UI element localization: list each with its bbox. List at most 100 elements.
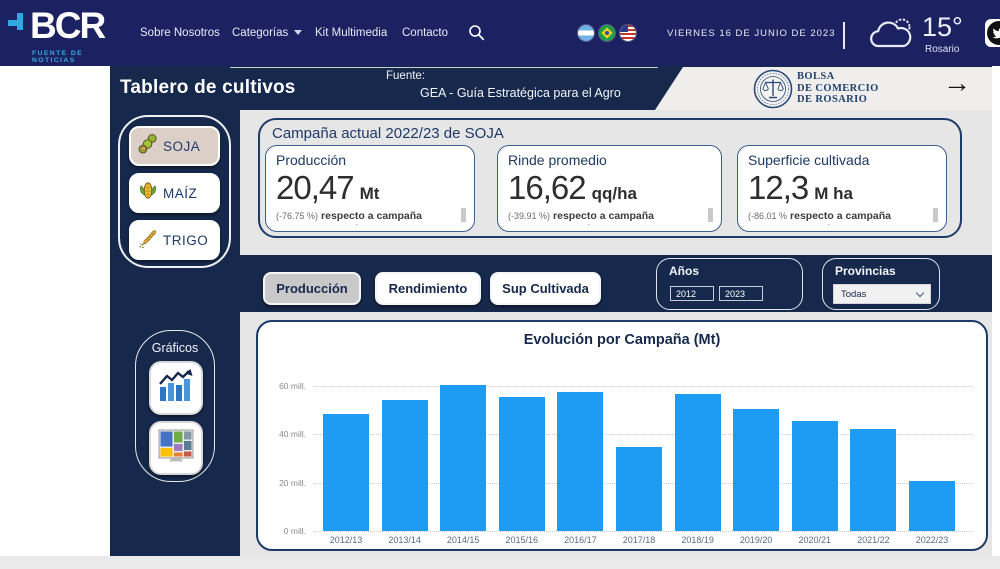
page-bottom-strip <box>0 556 1000 569</box>
x-axis-label: 2017/18 <box>610 535 668 545</box>
chart-bar-2017-18[interactable] <box>616 447 662 531</box>
gridline <box>313 531 973 532</box>
kpi-card-produccion: Producción 20,47Mt (-76.75 %)respecto a … <box>265 145 475 232</box>
y-axis-tick: 0 mill. <box>258 526 306 536</box>
tab-rendimiento[interactable]: Rendimiento <box>375 272 481 305</box>
org-name: BOLSA DE COMERCIO DE ROSARIO <box>797 71 879 106</box>
kpi-section: Campaña actual 2022/23 de SOJA Producció… <box>240 110 992 255</box>
flag-argentina-icon[interactable] <box>578 25 594 41</box>
kpi-delta: (-39.91 %)respecto a campaña 21/22 <box>508 208 711 225</box>
chart-section: Evolución por Campaña (Mt) 0 mill.20 mil… <box>240 312 992 556</box>
chart-bar-2019-20[interactable] <box>733 409 779 531</box>
gridline <box>313 386 973 387</box>
x-axis-label: 2015/16 <box>493 535 551 545</box>
search-icon[interactable] <box>468 24 485 46</box>
cloud-icon <box>866 16 916 57</box>
crop-button-trigo[interactable]: TRIGO <box>129 220 220 260</box>
scrollbar-thumb[interactable] <box>933 208 938 222</box>
bolsa-seal-icon <box>753 69 793 114</box>
temperature-value: 15° <box>922 12 963 43</box>
scrollbar-thumb[interactable] <box>461 208 466 222</box>
chart-bar-2016-17[interactable] <box>557 392 603 531</box>
chart-bar-2020-21[interactable] <box>792 421 838 531</box>
x-axis-label: 2013/14 <box>376 535 434 545</box>
date-text: VIERNES 16 DE JUNIO DE 2023 <box>667 28 836 39</box>
soybean-icon <box>136 132 160 161</box>
bcr-logo-subtitle: FUENTE DE NOTICIAS <box>32 50 128 64</box>
source-value: GEA - Guía Estratégica para el Agro <box>420 86 621 100</box>
chevron-down-icon <box>916 288 924 296</box>
chevron-down-icon <box>294 30 302 35</box>
divider <box>230 67 658 68</box>
x-axis-label: 2014/15 <box>434 535 492 545</box>
treemap-view-button[interactable] <box>149 421 203 475</box>
tab-sup-cultivada[interactable]: Sup Cultivada <box>490 272 601 305</box>
chart-bar-2022-23[interactable] <box>909 481 955 531</box>
chart-type-group: Gráficos <box>135 330 215 482</box>
year-from-input[interactable] <box>670 286 714 301</box>
x-axis-label: 2019/20 <box>727 535 785 545</box>
chart-bar-2015-16[interactable] <box>499 397 545 531</box>
controls-bar: Producción Rendimiento Sup Cultivada Año… <box>240 255 992 312</box>
x-axis-label: 2016/17 <box>551 535 609 545</box>
nav-item-categorias[interactable]: Categorías <box>232 27 302 39</box>
crop-button-soja[interactable]: SOJA <box>129 126 220 166</box>
flag-brazil-icon[interactable] <box>599 25 615 41</box>
y-axis-tick: 40 mill. <box>258 429 306 439</box>
x-axis-label: 2021/22 <box>844 535 902 545</box>
bcr-logo[interactable]: BCR FUENTE DE NOTICIAS <box>8 3 128 63</box>
x-axis-label: 2018/19 <box>669 535 727 545</box>
years-label: Años <box>669 264 699 278</box>
provinces-select[interactable]: Todas <box>833 284 931 304</box>
provinces-label: Provincias <box>835 264 896 278</box>
flag-usa-icon[interactable] <box>620 25 636 41</box>
chart-bar-2021-22[interactable] <box>850 429 896 531</box>
charts-group-label: Gráficos <box>136 341 214 355</box>
kpi-value: 16,62 <box>508 169 586 206</box>
kpi-card-superficie: Superficie cultivada 12,3M ha (-86.01 %r… <box>737 145 947 232</box>
evolution-chart-card: Evolución por Campaña (Mt) 0 mill.20 mil… <box>256 320 988 551</box>
chart-plot: 0 mill.20 mill.40 mill.60 mill.2012/1320… <box>258 322 986 549</box>
source-label: Fuente: <box>386 70 425 82</box>
nav-item-contacto[interactable]: Contacto <box>402 27 448 39</box>
scrollbar-thumb[interactable] <box>708 208 713 222</box>
year-to-input[interactable] <box>719 286 763 301</box>
chart-bar-2013-14[interactable] <box>382 400 428 531</box>
twitter-button[interactable] <box>985 19 1000 47</box>
chart-bar-2012-13[interactable] <box>323 414 369 531</box>
bar-chart-view-button[interactable] <box>149 361 203 415</box>
dashboard-header: Tablero de cultivos Fuente: GEA - Guía E… <box>110 66 992 110</box>
kpi-unit: M ha <box>814 184 853 203</box>
x-axis-label: 2012/13 <box>317 535 375 545</box>
y-axis-tick: 60 mill. <box>258 381 306 391</box>
provinces-filter: Provincias Todas <box>822 258 940 310</box>
x-axis-label: 2020/21 <box>786 535 844 545</box>
bcr-logo-text: BCR <box>30 5 104 47</box>
page-title: Tablero de cultivos <box>120 77 296 99</box>
twitter-icon <box>987 21 1000 45</box>
kpi-unit: qq/ha <box>592 184 637 203</box>
chart-bar-2014-15[interactable] <box>440 385 486 531</box>
corn-icon <box>136 179 160 208</box>
years-filter: Años <box>656 258 803 310</box>
divider <box>843 22 845 49</box>
crop-sidebar: SOJA MAÍZ <box>110 110 240 556</box>
nav-item-kit-multimedia[interactable]: Kit Multimedia <box>315 27 387 39</box>
kpi-delta: (-86.01 %respecto a campaña 21/22 <box>748 208 936 225</box>
kpi-delta: (-76.75 %)respecto a campaña 21/22 <box>276 208 464 225</box>
tab-produccion[interactable]: Producción <box>263 272 361 305</box>
bar-chart-icon <box>157 368 195 409</box>
chart-bar-2018-19[interactable] <box>675 394 721 531</box>
bcr-logo-plus-icon <box>8 13 30 42</box>
nav-item-sobre-nosotros[interactable]: Sobre Nosotros <box>140 27 220 39</box>
top-navbar: BCR FUENTE DE NOTICIAS Sobre Nosotros Ca… <box>0 0 1000 66</box>
kpi-unit: Mt <box>360 184 380 203</box>
next-arrow-button[interactable]: → <box>943 67 971 99</box>
language-flags <box>578 25 636 41</box>
wheat-icon <box>136 226 160 255</box>
x-axis-label: 2022/23 <box>903 535 961 545</box>
kpi-value: 12,3 <box>748 169 808 206</box>
crop-button-maiz[interactable]: MAÍZ <box>129 173 220 213</box>
weather-city: Rosario <box>925 44 959 55</box>
kpi-value: 20,47 <box>276 169 354 206</box>
